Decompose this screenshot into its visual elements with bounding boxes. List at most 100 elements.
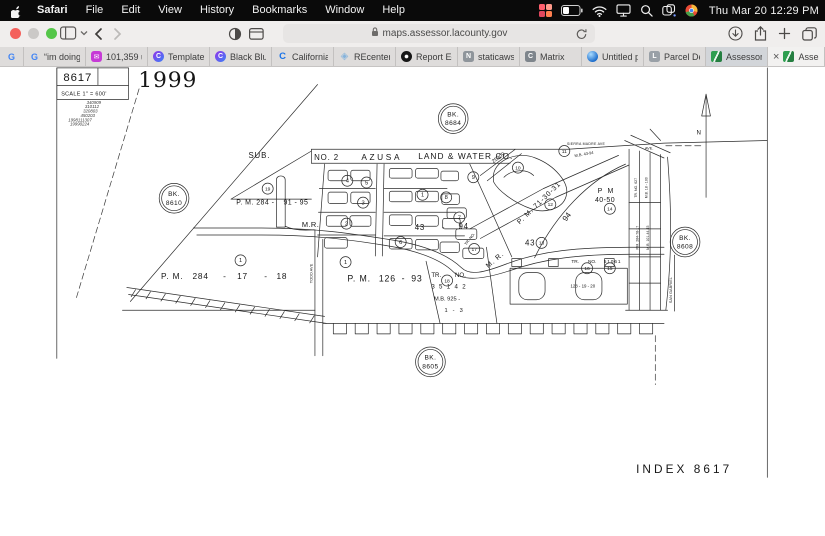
extension-icon[interactable] <box>249 28 264 40</box>
svg-text:51061: 51061 <box>604 259 622 265</box>
tab-recenter-[interactable]: REcenter... <box>334 47 396 66</box>
battery-icon[interactable] <box>561 5 583 16</box>
back-button[interactable] <box>92 27 106 41</box>
svg-text:NO. 2: NO. 2 <box>314 153 339 162</box>
svg-text:43: 43 <box>525 239 536 248</box>
sidebar-toggle-icon[interactable] <box>60 26 77 40</box>
map-green-favicon <box>783 51 794 62</box>
svg-text:1: 1 <box>344 260 347 266</box>
toolbar-actions <box>728 26 817 46</box>
close-tab-icon[interactable]: × <box>773 52 779 62</box>
macos-safari-window: SafariFileEditViewHistoryBookmarksWindow… <box>0 0 825 536</box>
svg-text:BK.: BK. <box>679 235 691 242</box>
tab-report-ed-[interactable]: Report Ed... <box>396 47 458 66</box>
menu-window[interactable]: Window <box>316 4 373 16</box>
lock-icon <box>371 27 379 40</box>
svg-text:93: 93 <box>411 273 422 283</box>
svg-text:P. M. 284 -: P. M. 284 - <box>236 199 274 206</box>
tab-google[interactable] <box>0 47 24 66</box>
browser-app-icon[interactable] <box>685 4 698 17</box>
svg-text:BK.: BK. <box>168 191 180 198</box>
svg-text:P.M. 284-78-17: P.M. 284-78-17 <box>636 226 640 250</box>
zoom-window-button[interactable] <box>46 28 57 39</box>
tab-assessor-[interactable]: Assessor... <box>706 47 768 66</box>
tab-untitled-p-[interactable]: Untitled p... <box>582 47 644 66</box>
svg-text:P. M.: P. M. <box>161 271 184 281</box>
address-bar[interactable]: maps.assessor.lacounty.gov <box>283 24 595 43</box>
new-tab-icon[interactable] <box>778 27 791 45</box>
tab-black-blu-[interactable]: Black Blu... <box>210 47 272 66</box>
tab--im-doing-[interactable]: “im doing... <box>24 47 86 66</box>
page-content: 8617SCALE 1" = 600'199934090931011232080… <box>0 67 825 536</box>
tab-california-[interactable]: California... <box>272 47 334 66</box>
reload-icon[interactable] <box>576 28 587 43</box>
chevron-down-icon[interactable] <box>80 30 88 36</box>
tab-staticaws-[interactable]: staticaws.... <box>458 47 520 66</box>
svg-text:N: N <box>696 129 700 136</box>
svg-text:INDEX 8617: INDEX 8617 <box>636 462 732 476</box>
svg-text:M.R.: M.R. <box>302 220 319 229</box>
minimize-window-button[interactable] <box>28 28 39 39</box>
svg-text:NO.: NO. <box>588 259 597 265</box>
svg-text:284: 284 <box>192 271 208 281</box>
forward-button[interactable] <box>110 27 124 41</box>
svg-text:5: 5 <box>365 180 368 186</box>
menu-clock[interactable]: Thu Mar 20 12:29 PM <box>709 5 819 17</box>
tab-parcel-de-[interactable]: Parcel De... <box>644 47 706 66</box>
svg-text:13: 13 <box>539 241 545 247</box>
close-window-button[interactable] <box>10 28 21 39</box>
assessor-map[interactable]: 8617SCALE 1" = 600'199934090931011232080… <box>0 67 825 536</box>
apple-menu-icon[interactable] <box>6 0 28 21</box>
svg-text:SIERRA MADRE AVE: SIERRA MADRE AVE <box>567 142 606 146</box>
url-text: maps.assessor.lacounty.gov <box>383 28 508 39</box>
svg-text:M.B. 101-44-45: M.B. 101-44-45 <box>646 226 650 250</box>
tab-title: 101,359 u... <box>106 52 142 62</box>
diamond-favicon <box>339 51 350 62</box>
letter-l-favicon <box>649 51 660 62</box>
menu-view[interactable]: View <box>149 4 191 16</box>
search-icon[interactable] <box>640 4 653 17</box>
dark-mode-extension-icon[interactable] <box>228 27 242 41</box>
svg-text:94: 94 <box>458 222 469 231</box>
svg-text:NO.: NO. <box>455 272 466 279</box>
blue-sphere-favicon <box>587 51 598 62</box>
menu-edit[interactable]: Edit <box>112 4 149 16</box>
svg-text:SAN GABRIEL: SAN GABRIEL <box>668 276 673 303</box>
tab-101-359-u-[interactable]: 101,359 u... <box>86 47 148 66</box>
svg-text:TR. NO. 627: TR. NO. 627 <box>634 178 638 198</box>
svg-text:12: 12 <box>548 202 554 208</box>
svg-text:8610: 8610 <box>166 200 182 207</box>
menu-file[interactable]: File <box>77 4 113 16</box>
svg-text:8605: 8605 <box>422 363 438 370</box>
svg-text:-: - <box>223 271 226 281</box>
tab-title: Report Ed... <box>416 52 452 62</box>
svg-text:M.B. 925 -: M.B. 925 - <box>434 297 460 303</box>
svg-text:M.B. 43-94: M.B. 43-94 <box>574 150 595 158</box>
tab-assessor-[interactable]: ×Assessor... <box>768 47 825 66</box>
svg-text:17: 17 <box>237 271 248 281</box>
svg-text:3 5 1 4 2: 3 5 1 4 2 <box>431 283 467 290</box>
wifi-icon[interactable] <box>592 5 607 17</box>
display-mirroring-icon[interactable] <box>616 4 631 17</box>
app-mosaic-icon[interactable] <box>539 4 552 17</box>
menu-safari[interactable]: Safari <box>28 4 77 16</box>
screen-share-icon[interactable] <box>662 4 676 17</box>
menu-history[interactable]: History <box>191 4 243 16</box>
menu-bookmarks[interactable]: Bookmarks <box>243 4 316 16</box>
status-icons: Thu Mar 20 12:29 PM <box>539 4 819 17</box>
tab-templates[interactable]: Templates <box>148 47 210 66</box>
svg-text:-: - <box>264 271 267 281</box>
menu-help[interactable]: Help <box>373 4 414 16</box>
mail-favicon <box>91 51 102 62</box>
circle-gradient-favicon <box>153 51 164 62</box>
tab-overview-icon[interactable] <box>802 27 817 46</box>
svg-text:-: - <box>402 273 405 283</box>
tab-matrix[interactable]: Matrix <box>520 47 582 66</box>
share-icon[interactable] <box>754 26 767 46</box>
svg-text:AVE.: AVE. <box>645 145 654 150</box>
svg-text:TR.: TR. <box>571 259 579 265</box>
downloads-icon[interactable] <box>728 26 743 46</box>
svg-text:19: 19 <box>265 186 271 192</box>
tab-title: Assessor... <box>726 52 762 62</box>
svg-text:8684: 8684 <box>445 120 461 127</box>
